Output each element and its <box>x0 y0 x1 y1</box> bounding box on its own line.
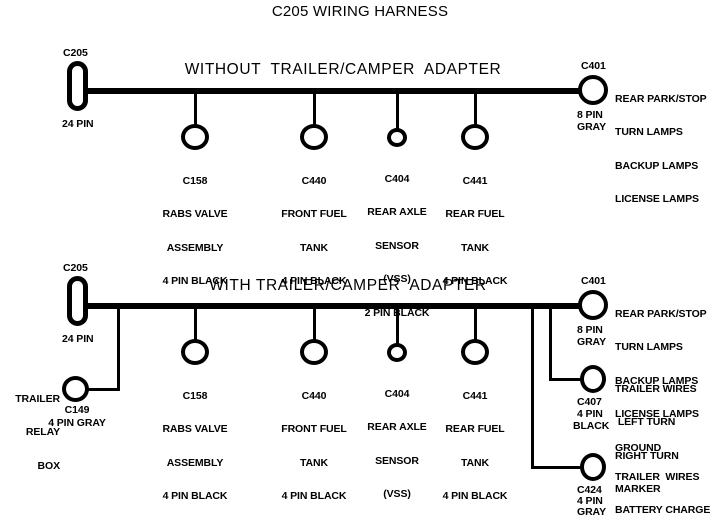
connector-c158-bottom[interactable] <box>181 339 209 365</box>
connector-label-c401-bottom: C401 <box>581 275 606 287</box>
page-title: C205 WIRING HARNESS <box>271 3 449 20</box>
branch-wire-c407-vertical <box>549 307 552 381</box>
connector-c404-bottom[interactable] <box>387 343 407 362</box>
branch-wire-c149-horizontal <box>88 388 120 391</box>
connector-c440-top[interactable] <box>300 124 328 150</box>
connector-c149[interactable] <box>62 376 89 402</box>
trunk-wire-with <box>86 303 586 309</box>
connector-c440-bottom[interactable] <box>300 339 328 365</box>
branch-wire-c158-top <box>194 92 197 126</box>
branch-label-c158-bottom: C158 RABS VALVE ASSEMBLY 4 PIN BLACK <box>162 390 228 503</box>
connector-c205-top[interactable] <box>67 61 88 111</box>
connector-c205-bottom[interactable] <box>67 276 88 326</box>
connector-label-c205-bottom: C205 <box>63 262 88 274</box>
connector-label-c424: C424 <box>577 484 602 496</box>
branch-label-c441-bottom: C441 REAR FUEL TANK 4 PIN BLACK <box>442 390 508 503</box>
connector-c158-top[interactable] <box>181 124 209 150</box>
branch-wire-c404-bottom <box>396 307 399 344</box>
branch-wire-c440-top <box>313 92 316 126</box>
connector-pins-c149: 4 PIN GRAY <box>48 417 106 429</box>
connector-c401-top[interactable] <box>578 75 608 105</box>
connector-c404-top[interactable] <box>387 128 407 147</box>
connector-label-c149: C149 <box>64 404 90 416</box>
diagram-heading-without: WITHOUT TRAILER/CAMPER ADAPTER <box>184 61 502 78</box>
connector-pins-c205-top: 24 PIN <box>62 118 94 130</box>
branch-wire-c441-top <box>474 92 477 126</box>
branch-wire-c149-vertical <box>117 307 120 390</box>
wiring-diagram-canvas: C205 WIRING HARNESS WITHOUT TRAILER/CAMP… <box>0 0 720 517</box>
branch-wire-c440-bottom <box>313 307 316 341</box>
trunk-wire-without <box>86 88 586 94</box>
connector-c441-top[interactable] <box>461 124 489 150</box>
connector-pins-c424: 4 PIN <box>577 495 603 507</box>
connector-c441-bottom[interactable] <box>461 339 489 365</box>
circuit-list-c401-top: REAR PARK/STOP TURN LAMPS BACKUP LAMPS L… <box>615 93 707 206</box>
branch-wire-c424-vertical <box>531 307 534 469</box>
connector-pins-c401-top: 8 PIN <box>577 109 603 121</box>
connector-label-c407: C407 <box>577 396 602 408</box>
connector-label-c401-top: C401 <box>581 60 606 72</box>
branch-wire-c158-bottom <box>194 307 197 341</box>
connector-pins-c407: 4 PIN <box>577 408 603 420</box>
branch-wire-c404-top <box>396 92 399 129</box>
connector-c424[interactable] <box>580 453 606 481</box>
diagram-heading-with: WITH TRAILER/CAMPER ADAPTER <box>209 277 487 294</box>
connector-c407[interactable] <box>580 365 606 393</box>
branch-wire-c424-horizontal <box>531 466 583 469</box>
circuit-list-c424: TRAILER WIRES BATTERY CHARGE BACKUP BRAK… <box>615 471 711 517</box>
branch-label-c440-bottom: C440 FRONT FUEL TANK 4 PIN BLACK <box>281 390 347 503</box>
connector-pins-c205-bottom: 24 PIN <box>62 333 94 345</box>
connector-color-c401-bottom: GRAY <box>577 336 606 348</box>
connector-c401-bottom[interactable] <box>578 290 608 320</box>
trailer-relay-box-label: TRAILER RELAY BOX <box>15 393 60 472</box>
branch-label-c404-bottom: C404 REAR AXLE SENSOR (VSS) 2 PIN BLACK <box>367 388 427 501</box>
connector-color-c407: BLACK <box>573 420 610 432</box>
connector-color-c401-top: GRAY <box>577 121 606 133</box>
connector-label-c205-top: C205 <box>63 47 88 59</box>
branch-wire-c441-bottom <box>474 307 477 341</box>
branch-wire-c407-horizontal <box>549 378 583 381</box>
connector-pins-c401-bottom: 8 PIN <box>577 324 603 336</box>
connector-color-c424: GRAY <box>577 506 606 517</box>
